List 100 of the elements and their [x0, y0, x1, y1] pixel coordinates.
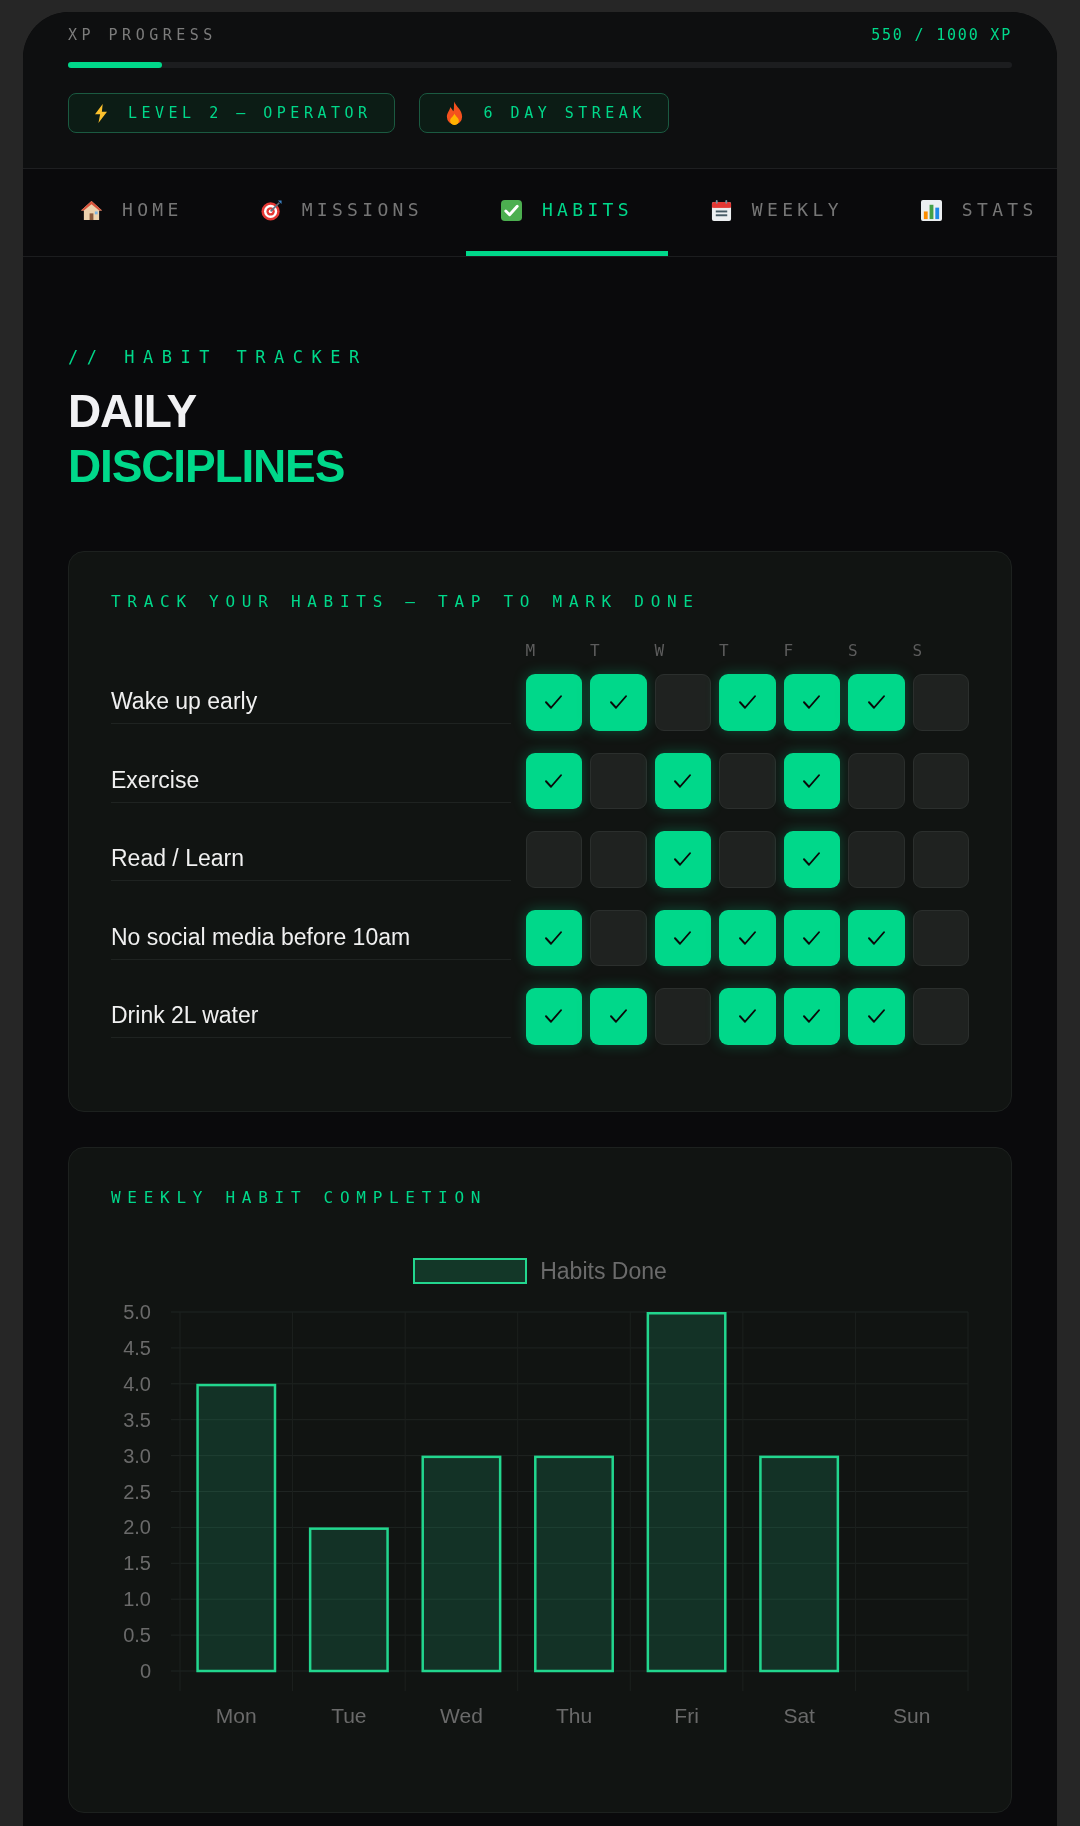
habit-checkbox[interactable]	[654, 988, 711, 1045]
check-icon	[738, 1009, 756, 1024]
check-icon	[867, 1009, 885, 1024]
habit-checkbox[interactable]	[912, 831, 969, 888]
habit-checkbox[interactable]	[719, 752, 776, 809]
habit-checkbox[interactable]	[654, 831, 711, 888]
x-axis-label: Fri	[674, 1703, 699, 1726]
day-label: M	[525, 641, 536, 660]
checkmark-icon	[500, 199, 522, 221]
target-icon	[260, 199, 282, 221]
calendar-icon	[710, 199, 732, 221]
day-label: F	[783, 641, 794, 660]
habit-checkbox[interactable]	[783, 831, 840, 888]
habit-checkbox[interactable]	[783, 988, 840, 1045]
xp-label: XP PROGRESS	[68, 25, 217, 45]
y-axis-label: 2.5	[123, 1480, 151, 1502]
habit-checkbox[interactable]	[719, 674, 776, 731]
nav-tab[interactable]: HOME	[46, 169, 218, 256]
nav-tab[interactable]: STATS	[885, 169, 1054, 256]
habit-checkbox[interactable]	[590, 674, 647, 731]
habit-name: Drink 2L water	[111, 1001, 259, 1029]
y-axis-label: 1.0	[123, 1587, 151, 1610]
y-axis-label: 4.5	[123, 1336, 151, 1359]
x-axis-label: Wed	[440, 1703, 483, 1726]
habit-checkbox[interactable]	[912, 674, 969, 731]
habit-checkbox[interactable]	[590, 831, 647, 888]
y-axis-label: 0	[139, 1659, 151, 1682]
y-axis-label: 3.5	[123, 1408, 151, 1431]
habit-checkbox[interactable]	[654, 909, 711, 966]
page-title: DISCIPLINES	[68, 439, 345, 494]
house-icon	[81, 199, 102, 221]
nav-tab[interactable]: HABITS	[465, 169, 668, 256]
check-icon	[803, 930, 821, 945]
x-axis-label: Thu	[555, 1703, 593, 1726]
habit-checkbox[interactable]	[848, 988, 905, 1045]
habit-checkbox[interactable]	[590, 752, 647, 809]
nav-tab[interactable]: MISSIONS	[225, 169, 458, 256]
bar-chart-icon	[920, 199, 942, 221]
habit-checkbox[interactable]	[912, 909, 969, 966]
habit-checkbox[interactable]	[848, 909, 905, 966]
day-label: T	[719, 641, 729, 660]
lightning-icon	[95, 103, 107, 123]
card-title: WEEKLY HABIT COMPLETION	[111, 1187, 488, 1208]
badge-label: 6 DAY STREAK	[483, 103, 646, 123]
habit-checkbox[interactable]	[912, 752, 969, 809]
section-label: // HABIT TRACKER	[68, 346, 368, 368]
habit-checkbox[interactable]	[590, 909, 647, 966]
y-axis-label: 4.0	[123, 1372, 151, 1395]
habit-name: Exercise	[111, 765, 200, 794]
check-icon	[545, 930, 563, 945]
habit-checkbox[interactable]	[525, 909, 582, 966]
habit-checkbox[interactable]	[525, 988, 582, 1045]
check-icon	[609, 695, 627, 710]
habit-checkbox[interactable]	[525, 674, 582, 731]
x-axis-label: Tue	[331, 1703, 367, 1726]
flame-icon	[445, 101, 463, 125]
habit-checkbox[interactable]	[654, 674, 711, 731]
y-axis-label: 1.5	[123, 1551, 151, 1574]
habit-checkbox[interactable]	[848, 752, 905, 809]
habit-checkbox[interactable]	[654, 752, 711, 809]
x-axis-label: Sun	[893, 1703, 931, 1726]
check-icon	[803, 695, 821, 710]
habit-checkbox[interactable]	[848, 831, 905, 888]
card-title: TRACK YOUR HABITS — TAP TO MARK DONE	[111, 592, 700, 612]
badge-label: LEVEL 2 — OPERATOR	[128, 103, 372, 123]
habit-name: Wake up early	[111, 687, 258, 715]
check-icon	[867, 930, 885, 945]
habit-checkbox[interactable]	[912, 988, 969, 1045]
habit-checkbox[interactable]	[783, 674, 840, 731]
check-icon	[803, 773, 821, 788]
check-icon	[738, 930, 756, 945]
habit-name: Read / Learn	[111, 844, 244, 872]
habit-checkbox[interactable]	[719, 988, 776, 1045]
habit-checkbox[interactable]	[719, 909, 776, 966]
nav-tab[interactable]: WEEKLY	[675, 169, 878, 256]
day-label: S	[848, 641, 858, 660]
day-label: T	[590, 641, 600, 660]
habit-checkbox[interactable]	[590, 988, 647, 1045]
check-icon	[674, 773, 692, 788]
check-icon	[545, 1009, 563, 1024]
habit-checkbox[interactable]	[848, 674, 905, 731]
check-icon	[545, 695, 563, 710]
check-icon	[803, 852, 821, 867]
check-icon	[867, 695, 885, 710]
habit-checkbox[interactable]	[525, 752, 582, 809]
day-label: S	[912, 641, 923, 660]
check-icon	[609, 1009, 627, 1024]
legend-label: Habits Done	[540, 1256, 667, 1285]
habit-checkbox[interactable]	[783, 752, 840, 809]
y-axis-label: 0.5	[123, 1623, 151, 1646]
y-axis-label: 3.0	[123, 1444, 151, 1467]
habit-name: No social media before 10am	[111, 922, 411, 951]
habit-checkbox[interactable]	[525, 831, 582, 888]
x-axis-label: Sat	[783, 1703, 815, 1726]
habit-checkbox[interactable]	[783, 909, 840, 966]
check-icon	[674, 930, 692, 945]
y-axis-label: 2.0	[123, 1515, 151, 1538]
habit-checkbox[interactable]	[719, 831, 776, 888]
check-icon	[674, 852, 692, 867]
day-label: W	[654, 641, 665, 660]
